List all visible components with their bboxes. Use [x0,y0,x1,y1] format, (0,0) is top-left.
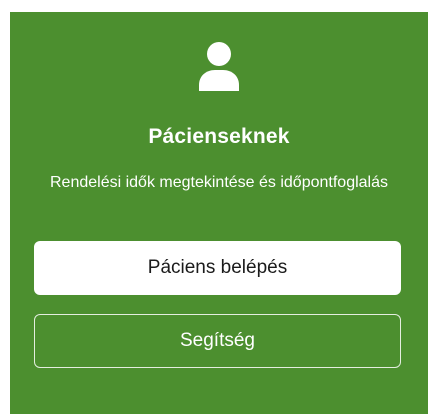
card-subtitle: Rendelési idők megtekintése és időpontfo… [50,174,388,191]
patients-card: Pácienseknek Rendelési idők megtekintése… [10,12,428,414]
patient-login-button[interactable]: Páciens belépés [34,241,401,295]
help-button[interactable]: Segítség [34,314,401,368]
card-title: Pácienseknek [148,125,290,148]
user-icon [10,41,428,93]
